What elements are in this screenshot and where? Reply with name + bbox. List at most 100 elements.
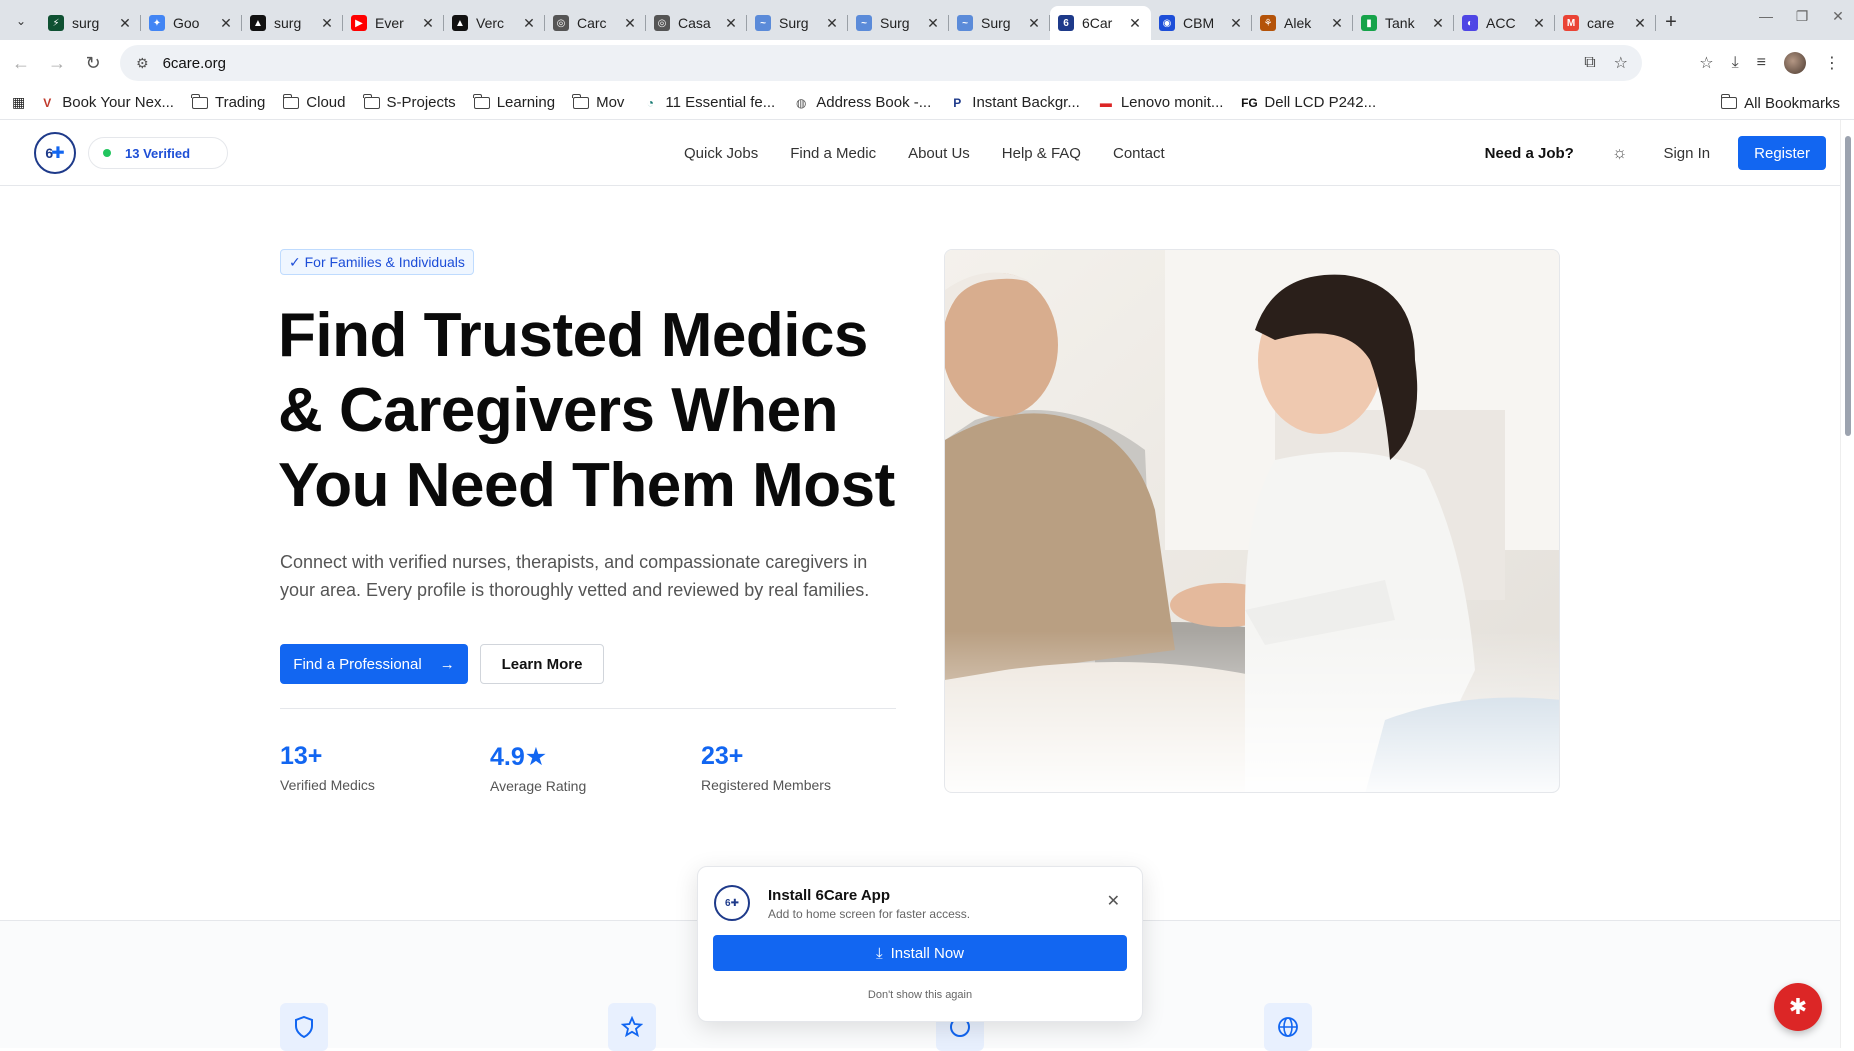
6care-logo[interactable]: 6 ✚ bbox=[34, 132, 76, 174]
restore-icon[interactable]: ❐ bbox=[1784, 8, 1820, 25]
nav-quick-jobs[interactable]: Quick Jobs bbox=[684, 145, 758, 162]
bookmark-link[interactable]: ▬ Lenovo monit... bbox=[1098, 94, 1224, 111]
url-text[interactable]: 6care.org bbox=[163, 55, 226, 72]
logo-plus-icon: ✚ bbox=[51, 145, 65, 162]
popup-title: Install 6Care App bbox=[768, 887, 890, 904]
folder-icon bbox=[1720, 94, 1738, 109]
minimize-icon[interactable]: — bbox=[1748, 8, 1784, 25]
extensions-star-icon[interactable]: ☆ bbox=[1699, 53, 1713, 73]
bookmark-folder[interactable]: Learning bbox=[473, 93, 555, 111]
browser-tab[interactable]: ◎ Carc ✕ bbox=[545, 6, 646, 40]
tab-favicon-icon: ◎ bbox=[654, 15, 670, 31]
downloads-icon[interactable]: ⤓ bbox=[1732, 54, 1739, 72]
tab-close-icon[interactable]: ✕ bbox=[1228, 15, 1244, 32]
need-a-job-link[interactable]: Need a Job? bbox=[1485, 145, 1574, 162]
browser-tab[interactable]: ◐ ACC ✕ bbox=[1454, 6, 1555, 40]
tab-favicon-icon: ▲ bbox=[250, 15, 266, 31]
scrollbar-thumb[interactable] bbox=[1845, 136, 1851, 436]
address-bar[interactable]: ⚙ 6care.org ⧉ ☆ bbox=[120, 45, 1642, 81]
tab-close-icon[interactable]: ✕ bbox=[1632, 15, 1648, 32]
find-professional-button[interactable]: Find a Professional → bbox=[280, 644, 468, 684]
tab-close-icon[interactable]: ✕ bbox=[521, 15, 537, 32]
tab-close-icon[interactable]: ✕ bbox=[723, 15, 739, 32]
media-queue-icon[interactable]: ≡ bbox=[1757, 54, 1766, 72]
find-professional-label: Find a Professional bbox=[293, 655, 422, 673]
register-button[interactable]: Register bbox=[1738, 136, 1826, 170]
bookmark-folder[interactable]: Cloud bbox=[282, 93, 346, 111]
tab-favicon-icon: ▮ bbox=[1361, 15, 1377, 31]
bookmark-link[interactable]: V Book Your Nex... bbox=[39, 94, 174, 111]
page-scrollbar[interactable] bbox=[1840, 120, 1854, 1048]
profile-avatar[interactable] bbox=[1784, 52, 1806, 74]
browser-tab[interactable]: ✦ Goo ✕ bbox=[141, 6, 242, 40]
browser-tab[interactable]: ⚘ Alek ✕ bbox=[1252, 6, 1353, 40]
all-bookmarks[interactable]: All Bookmarks bbox=[1720, 86, 1840, 120]
browser-tab[interactable]: ~ Surg ✕ bbox=[949, 6, 1050, 40]
dont-show-again-link[interactable]: Don't show this again bbox=[698, 989, 1142, 1001]
audience-chip: ✓ For Families & Individuals bbox=[280, 249, 474, 275]
stats-divider bbox=[280, 708, 896, 709]
bookmark-folder[interactable]: Trading bbox=[191, 93, 265, 111]
browser-tab[interactable]: ~ Surg ✕ bbox=[747, 6, 848, 40]
tab-close-icon[interactable]: ✕ bbox=[824, 15, 840, 32]
browser-tab[interactable]: ~ Surg ✕ bbox=[848, 6, 949, 40]
stat-label: Verified Medics bbox=[280, 777, 375, 793]
stat-label: Registered Members bbox=[701, 777, 831, 793]
browser-menu-icon[interactable]: ⋮ bbox=[1824, 53, 1840, 73]
bookmark-folder[interactable]: S-Projects bbox=[362, 93, 456, 111]
sign-in-link[interactable]: Sign In bbox=[1663, 145, 1710, 162]
tab-close-icon[interactable]: ✕ bbox=[1127, 15, 1143, 32]
tab-favicon-icon: ~ bbox=[957, 15, 973, 31]
install-now-label: Install Now bbox=[890, 944, 964, 962]
nav-contact[interactable]: Contact bbox=[1113, 145, 1165, 162]
reload-icon[interactable]: ↻ bbox=[76, 46, 110, 80]
close-window-icon[interactable]: ✕ bbox=[1820, 8, 1854, 25]
folder-icon bbox=[282, 93, 300, 109]
popup-close-icon[interactable]: ✕ bbox=[1107, 891, 1120, 911]
tab-close-icon[interactable]: ✕ bbox=[420, 15, 436, 32]
tab-close-icon[interactable]: ✕ bbox=[319, 15, 335, 32]
new-tab-button[interactable]: + bbox=[1656, 7, 1686, 37]
theme-toggle-sun-icon[interactable]: ☼ bbox=[1612, 143, 1628, 163]
browser-tab[interactable]: Mcare ✕ bbox=[1555, 6, 1656, 40]
nav-find-a-medic[interactable]: Find a Medic bbox=[790, 145, 876, 162]
browser-tab[interactable]: ◎ Casa ✕ bbox=[646, 6, 747, 40]
browser-tab[interactable]: ⚡ surg ✕ bbox=[40, 6, 141, 40]
tab-close-icon[interactable]: ✕ bbox=[1531, 15, 1547, 32]
install-now-button[interactable]: ⤓ Install Now bbox=[713, 935, 1127, 971]
browser-tab[interactable]: 6 6Car ✕ bbox=[1050, 6, 1151, 40]
tab-title: surg bbox=[72, 15, 100, 31]
bookmark-link[interactable]: P Instant Backgr... bbox=[949, 94, 1080, 111]
bookmark-label: Address Book -... bbox=[816, 94, 932, 111]
bug-report-icon[interactable]: ✱ bbox=[1774, 983, 1822, 1031]
bookmark-folder[interactable]: Mov bbox=[572, 93, 624, 111]
browser-tab[interactable]: ▮ Tank ✕ bbox=[1353, 6, 1454, 40]
nav-help-faq[interactable]: Help & FAQ bbox=[1002, 145, 1081, 162]
nav-about-us[interactable]: About Us bbox=[908, 145, 970, 162]
tab-title: Surg bbox=[981, 15, 1011, 31]
forward-icon[interactable]: → bbox=[40, 46, 74, 80]
browser-tab[interactable]: ▶ Ever ✕ bbox=[343, 6, 444, 40]
learn-more-button[interactable]: Learn More bbox=[480, 644, 604, 684]
bookmark-link[interactable]: FG Dell LCD P242... bbox=[1241, 94, 1376, 111]
tab-close-icon[interactable]: ✕ bbox=[925, 15, 941, 32]
tab-search-chevron-icon[interactable]: ⌄ bbox=[8, 8, 34, 34]
back-icon[interactable]: ← bbox=[4, 46, 38, 80]
site-info-icon[interactable]: ⚙ bbox=[136, 55, 149, 72]
browser-tab[interactable]: ▲ Verc ✕ bbox=[444, 6, 545, 40]
browser-tab[interactable]: ▲ surg ✕ bbox=[242, 6, 343, 40]
install-app-icon[interactable]: ⧉ bbox=[1584, 54, 1595, 72]
tab-close-icon[interactable]: ✕ bbox=[1430, 15, 1446, 32]
browser-tab[interactable]: ◉ CBM ✕ bbox=[1151, 6, 1252, 40]
verified-count-label: 13 Verified bbox=[125, 145, 191, 161]
tab-close-icon[interactable]: ✕ bbox=[117, 15, 133, 32]
tab-close-icon[interactable]: ✕ bbox=[1026, 15, 1042, 32]
bookmark-link[interactable]: ◔ 11 Essential fe... bbox=[642, 94, 775, 111]
tab-close-icon[interactable]: ✕ bbox=[218, 15, 234, 32]
tab-title: 6Car bbox=[1082, 15, 1113, 31]
tab-close-icon[interactable]: ✕ bbox=[1329, 15, 1345, 32]
bookmark-link[interactable]: ◍ Address Book -... bbox=[793, 94, 931, 111]
tab-close-icon[interactable]: ✕ bbox=[622, 15, 638, 32]
apps-grid-icon[interactable]: ▦ bbox=[12, 94, 25, 111]
bookmark-star-icon[interactable]: ☆ bbox=[1614, 53, 1628, 73]
